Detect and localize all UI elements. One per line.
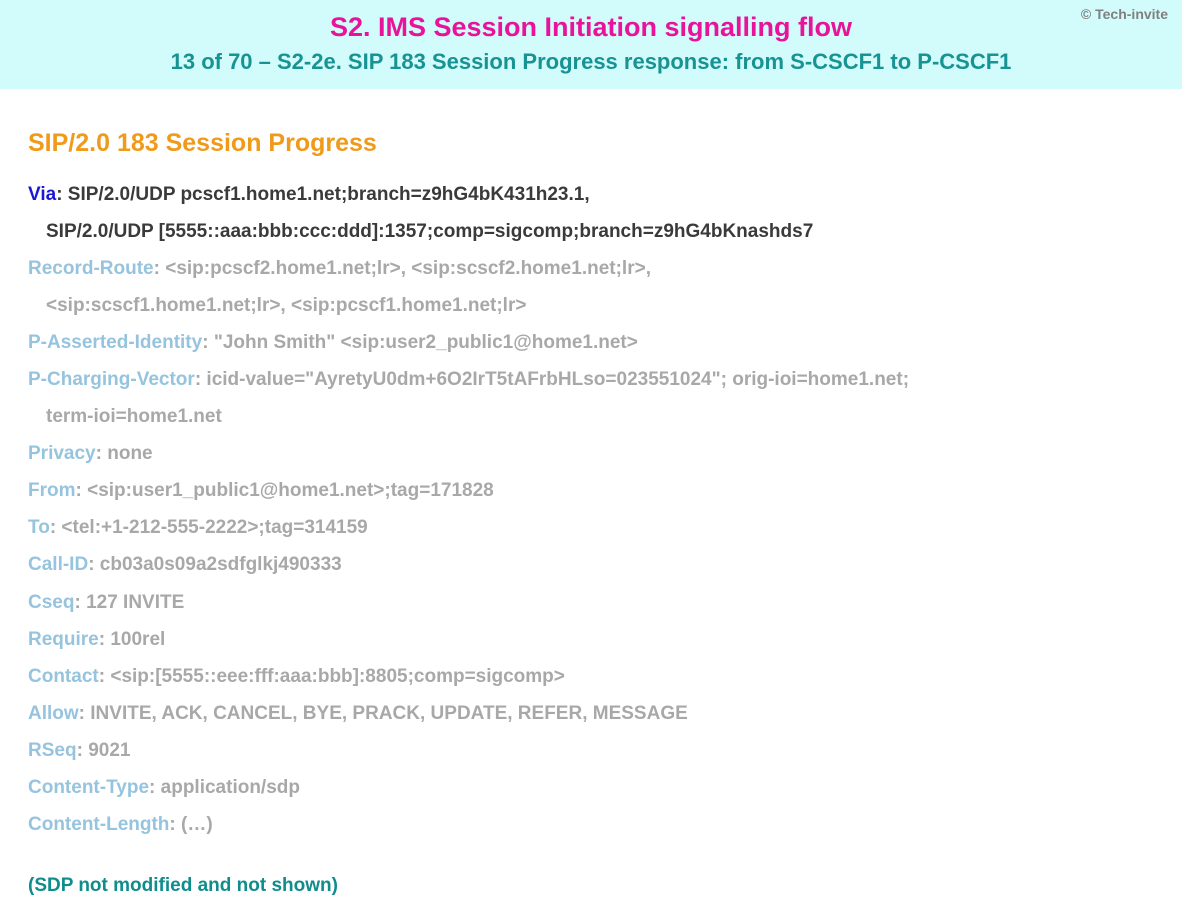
pcv-value-2: term-ioi=home1.net [46,406,222,427]
record-route-value-2: <sip:scscf1.home1.net;lr>, <sip:pcscf1.h… [46,295,526,316]
header-to: To: <tel:+1-212-555-2222>;tag=314159 [28,509,1154,546]
content-area: SIP/2.0 183 Session Progress Via: SIP/2.… [0,89,1182,917]
rseq-header-name: RSeq [28,740,77,761]
record-route-header-name: Record-Route [28,258,154,279]
header-via-line2: SIP/2.0/UDP [5555::aaa:bbb:ccc:ddd]:1357… [28,213,1154,250]
require-value: 100rel [110,629,165,650]
via-value-2: SIP/2.0/UDP [5555::aaa:bbb:ccc:ddd]:1357… [46,221,813,242]
privacy-header-name: Privacy [28,443,96,464]
header-privacy: Privacy: none [28,435,1154,472]
ctype-header-name: Content-Type [28,777,149,798]
pai-header-name: P-Asserted-Identity [28,332,202,353]
header-p-charging-vector-line1: P-Charging-Vector: icid-value="AyretyU0d… [28,361,1154,398]
header-record-route-line2: <sip:scscf1.home1.net;lr>, <sip:pcscf1.h… [28,287,1154,324]
header-content-length: Content-Length: (…) [28,806,1154,843]
to-header-name: To [28,517,50,538]
pcv-value-1: icid-value="AyretyU0dm+6O2IrT5tAFrbHLso=… [206,369,909,390]
sdp-note: (SDP not modified and not shown) [28,875,1154,897]
privacy-value: none [107,443,152,464]
cseq-value: 127 INVITE [86,592,184,613]
copyright-label: © Tech-invite [1081,6,1168,22]
sip-status-line: SIP/2.0 183 Session Progress [28,129,1154,158]
record-route-value-1: <sip:pcscf2.home1.net;lr>, <sip:scscf2.h… [165,258,651,279]
page-title: S2. IMS Session Initiation signalling fl… [20,12,1162,43]
header-cseq: Cseq: 127 INVITE [28,584,1154,621]
rseq-value: 9021 [88,740,130,761]
header-p-charging-vector-line2: term-ioi=home1.net [28,398,1154,435]
header-band: © Tech-invite S2. IMS Session Initiation… [0,0,1182,89]
header-contact: Contact: <sip:[5555::eee:fff:aaa:bbb]:88… [28,658,1154,695]
header-content-type: Content-Type: application/sdp [28,769,1154,806]
header-call-id: Call-ID: cb03a0s09a2sdfglkj490333 [28,546,1154,583]
header-rseq: RSeq: 9021 [28,732,1154,769]
to-value: <tel:+1-212-555-2222>;tag=314159 [61,517,367,538]
allow-header-name: Allow [28,703,79,724]
ctype-value: application/sdp [161,777,300,798]
clen-header-name: Content-Length [28,814,169,835]
header-p-asserted-identity: P-Asserted-Identity: "John Smith" <sip:u… [28,324,1154,361]
header-via-line1: Via: SIP/2.0/UDP pcscf1.home1.net;branch… [28,176,1154,213]
clen-value: (…) [181,814,213,835]
header-require: Require: 100rel [28,621,1154,658]
callid-value: cb03a0s09a2sdfglkj490333 [100,554,342,575]
header-allow: Allow: INVITE, ACK, CANCEL, BYE, PRACK, … [28,695,1154,732]
pcv-header-name: P-Charging-Vector [28,369,195,390]
from-value: <sip:user1_public1@home1.net>;tag=171828 [87,480,494,501]
cseq-header-name: Cseq [28,592,74,613]
contact-header-name: Contact [28,666,99,687]
via-header-name: Via [28,184,56,205]
via-value-1: SIP/2.0/UDP pcscf1.home1.net;branch=z9hG… [68,184,590,205]
pai-value: "John Smith" <sip:user2_public1@home1.ne… [214,332,638,353]
header-record-route-line1: Record-Route: <sip:pcscf2.home1.net;lr>,… [28,250,1154,287]
contact-value: <sip:[5555::eee:fff:aaa:bbb]:8805;comp=s… [110,666,565,687]
header-from: From: <sip:user1_public1@home1.net>;tag=… [28,472,1154,509]
callid-header-name: Call-ID [28,554,88,575]
allow-value: INVITE, ACK, CANCEL, BYE, PRACK, UPDATE,… [90,703,688,724]
require-header-name: Require [28,629,99,650]
page-subtitle: 13 of 70 – S2-2e. SIP 183 Session Progre… [20,49,1162,75]
from-header-name: From [28,480,76,501]
